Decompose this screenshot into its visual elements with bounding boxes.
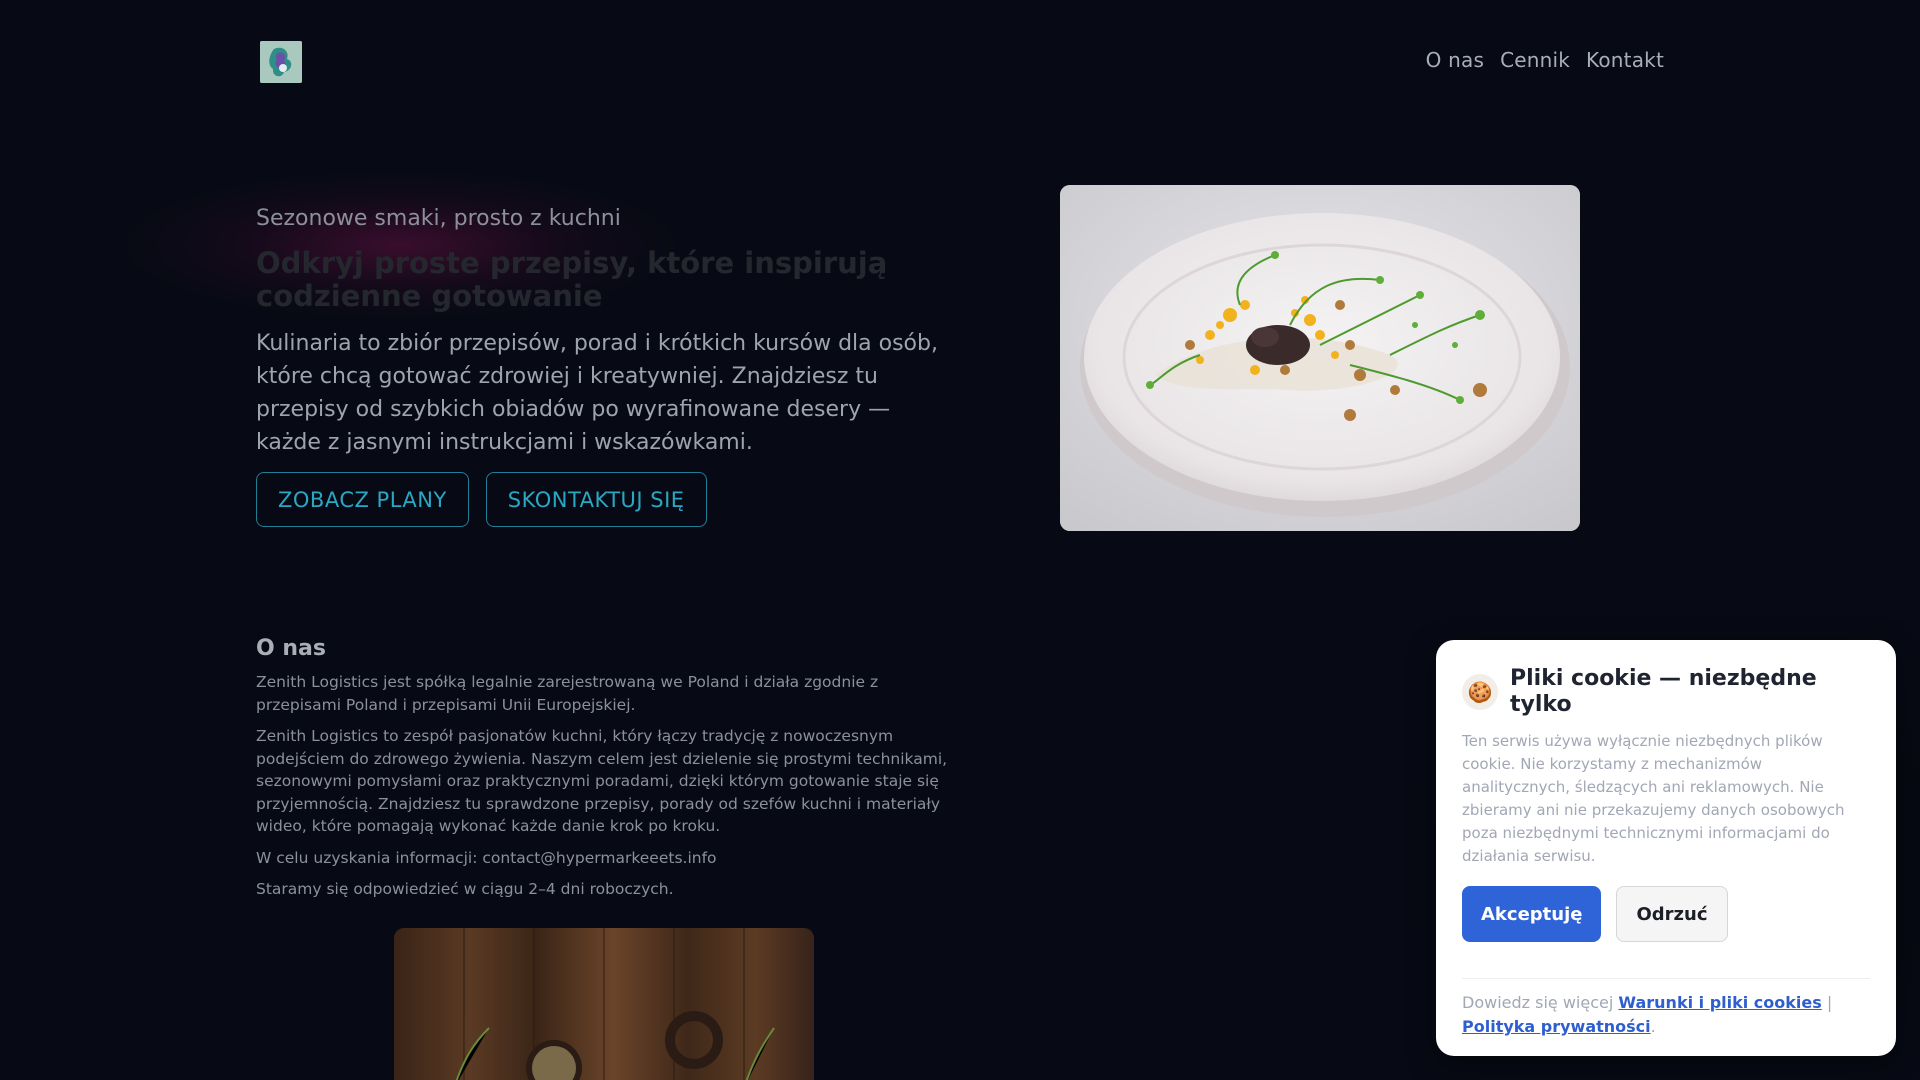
cookie-icon: 🍪 — [1462, 674, 1498, 710]
site-header: O nas Cennik Kontakt — [0, 0, 1920, 120]
main-nav: O nas Cennik Kontakt — [1426, 48, 1664, 72]
nav-link-pricing[interactable]: Cennik — [1500, 48, 1570, 72]
about-section: Zenith Logistics jest spółką legalnie za… — [256, 671, 956, 910]
about-response-time: Staramy się odpowiedzieć w ciągu 2–4 dni… — [256, 880, 674, 898]
hero-title: Odkryj proste przepisy, które inspirują … — [256, 246, 888, 313]
learn-more-text: Dowiedz się więcej — [1462, 993, 1614, 1012]
about-contact-email: W celu uzyskania informacji: contact@hyp… — [256, 848, 717, 867]
spices-image — [394, 928, 814, 1080]
hero-dish-image — [1060, 185, 1580, 531]
contact-us-button[interactable]: SKONTAKTUJ SIĘ — [485, 472, 707, 527]
link-separator: | — [1826, 993, 1833, 1012]
see-plans-button[interactable]: ZOBACZ PLANY — [256, 472, 469, 527]
hero-tagline: Sezonowe smaki, prosto z kuchni — [256, 206, 621, 231]
cookie-links: Dowiedz się więcej Warunki i pliki cooki… — [1462, 991, 1870, 1039]
cookie-divider — [1462, 978, 1870, 979]
about-paragraph: Zenith Logistics to zespół pasjonatów ku… — [256, 727, 948, 835]
about-paragraph: Zenith Logistics jest spółką legalnie za… — [256, 673, 879, 714]
cookie-title: Pliki cookie — niezbędne tylko — [1510, 666, 1817, 717]
terms-cookies-link[interactable]: Warunki i pliki cookies — [1618, 993, 1821, 1012]
about-title: O nas — [256, 636, 326, 661]
hero-description: Kulinaria to zbiór przepisów, porad i kr… — [256, 331, 938, 455]
nav-link-about[interactable]: O nas — [1426, 48, 1484, 72]
privacy-policy-link[interactable]: Polityka prywatności — [1462, 1017, 1651, 1036]
cookie-description: Ten serwis używa wyłącznie niezbędnych p… — [1462, 732, 1845, 865]
hero-buttons: ZOBACZ PLANY SKONTAKTUJ SIĘ — [256, 472, 707, 527]
links-suffix: . — [1650, 1017, 1656, 1036]
accept-cookies-button[interactable]: Akceptuję — [1462, 886, 1602, 942]
nav-link-contact[interactable]: Kontakt — [1586, 48, 1664, 72]
reject-cookies-button[interactable]: Odrzuć — [1616, 886, 1728, 942]
cookie-banner: 🍪 Pliki cookie — niezbędne tylko Ten ser… — [1436, 640, 1896, 1056]
site-logo[interactable] — [260, 41, 302, 83]
